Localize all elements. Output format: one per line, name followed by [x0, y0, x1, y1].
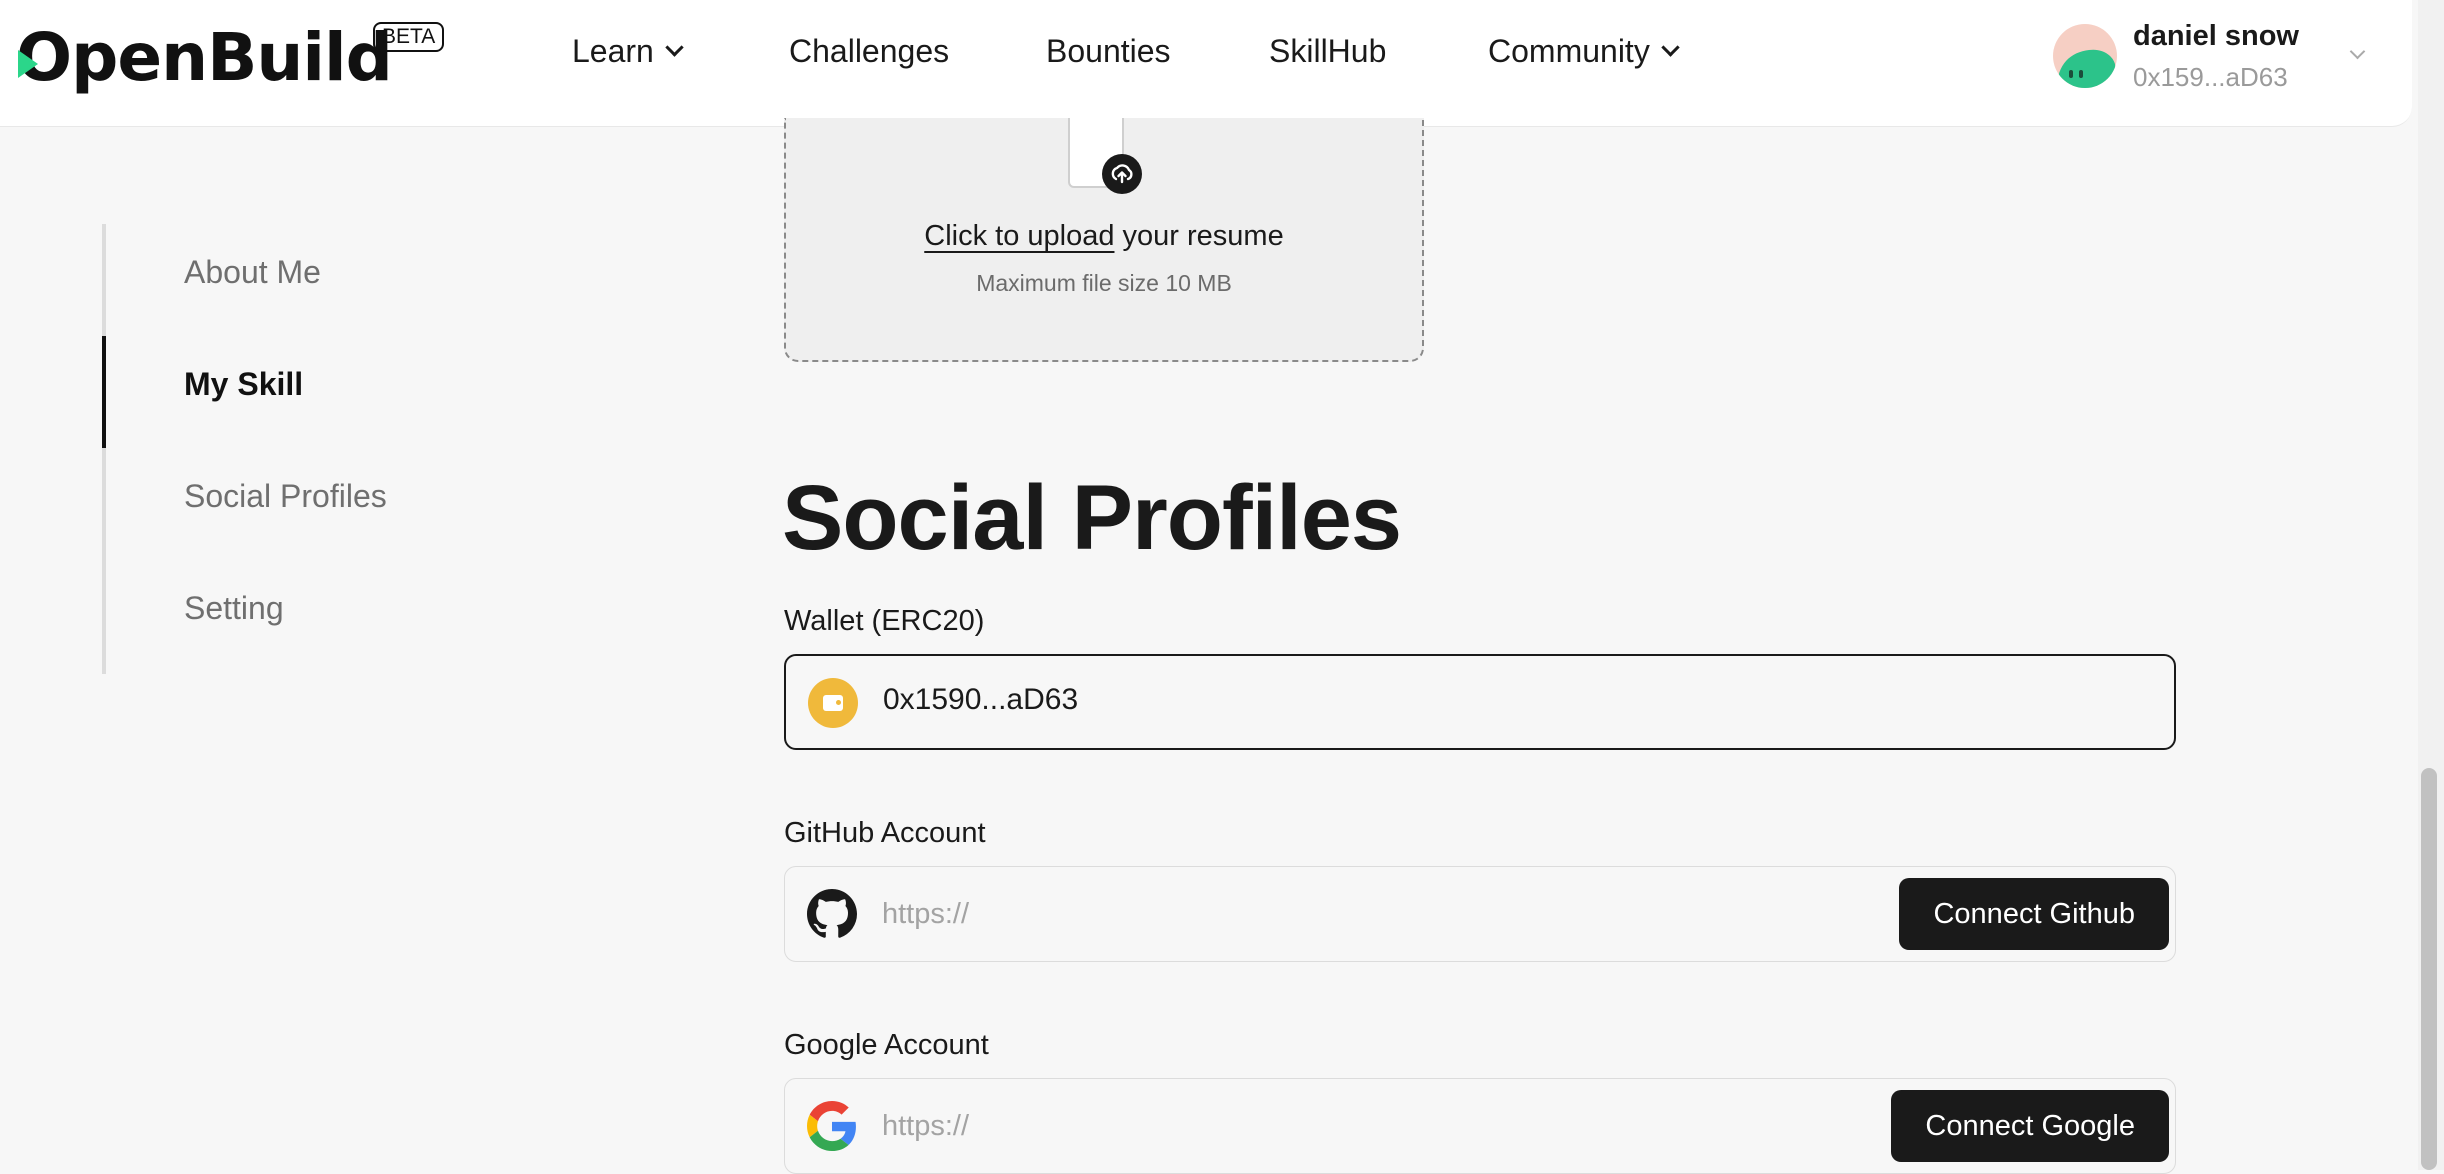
avatar[interactable] [2053, 24, 2117, 88]
openbuild-logo[interactable]: OpenBuild [16, 18, 393, 98]
logo-arrow-icon [18, 50, 38, 78]
nav-challenges[interactable]: Challenges [789, 33, 949, 70]
nav-skillhub-label: SkillHub [1269, 33, 1387, 69]
nav-learn[interactable]: Learn [572, 33, 684, 70]
avatar-character-icon [2057, 49, 2117, 88]
google-field: Connect Google [784, 1078, 2176, 1174]
nav-learn-label: Learn [572, 33, 654, 69]
github-label: GitHub Account [784, 817, 986, 849]
upload-link[interactable]: Click to upload [924, 220, 1114, 252]
connect-google-button[interactable]: Connect Google [1891, 1090, 2169, 1162]
resume-upload-dropzone[interactable]: Click to upload your resume Maximum file… [784, 118, 1424, 362]
nav-bounties-label: Bounties [1046, 33, 1171, 69]
upload-icon [1102, 154, 1142, 194]
nav-bounties[interactable]: Bounties [1046, 33, 1171, 70]
github-field: Connect Github [784, 866, 2176, 962]
section-title-social-profiles: Social Profiles [782, 467, 1402, 569]
wallet-field[interactable]: 0x1590...aD63 [784, 654, 2176, 750]
sidebar-item-setting[interactable]: Setting [184, 590, 284, 627]
upload-instruction: Click to upload your resume [786, 220, 1422, 253]
google-icon [807, 1101, 857, 1151]
github-url-input[interactable] [882, 891, 1782, 937]
github-icon [807, 889, 857, 939]
chevron-down-icon [665, 38, 684, 57]
nav-challenges-label: Challenges [789, 33, 950, 69]
chevron-down-icon [1661, 38, 1680, 57]
top-navbar: OpenBuild BETA Learn Challenges Bounties… [0, 0, 2412, 127]
logo-text: OpenBuild [16, 19, 393, 96]
upload-rest-text: your resume [1114, 220, 1284, 252]
google-label: Google Account [784, 1029, 989, 1061]
connect-github-button[interactable]: Connect Github [1899, 878, 2169, 950]
wallet-label: Wallet (ERC20) [784, 605, 985, 637]
google-url-input[interactable] [882, 1103, 1782, 1149]
sidebar-item-social-profiles[interactable]: Social Profiles [184, 478, 387, 515]
nav-community[interactable]: Community [1488, 33, 1680, 70]
beta-badge: BETA [373, 22, 445, 52]
wallet-address-value: 0x1590...aD63 [883, 683, 1079, 716]
upload-size-hint: Maximum file size 10 MB [976, 270, 1232, 296]
user-name[interactable]: daniel snow [2133, 20, 2299, 53]
user-address: 0x159...aD63 [2133, 62, 2288, 92]
user-menu-chevron-icon[interactable] [2349, 43, 2366, 60]
nav-skillhub[interactable]: SkillHub [1269, 33, 1386, 70]
wallet-icon [808, 678, 858, 728]
active-indicator [102, 336, 106, 448]
profile-sidebar: About Me My Skill Social Profiles Settin… [102, 224, 502, 674]
nav-community-label: Community [1488, 33, 1650, 69]
scrollbar-thumb[interactable] [2421, 768, 2437, 1170]
sidebar-item-about-me[interactable]: About Me [184, 254, 321, 291]
sidebar-item-my-skill[interactable]: My Skill [184, 366, 303, 403]
